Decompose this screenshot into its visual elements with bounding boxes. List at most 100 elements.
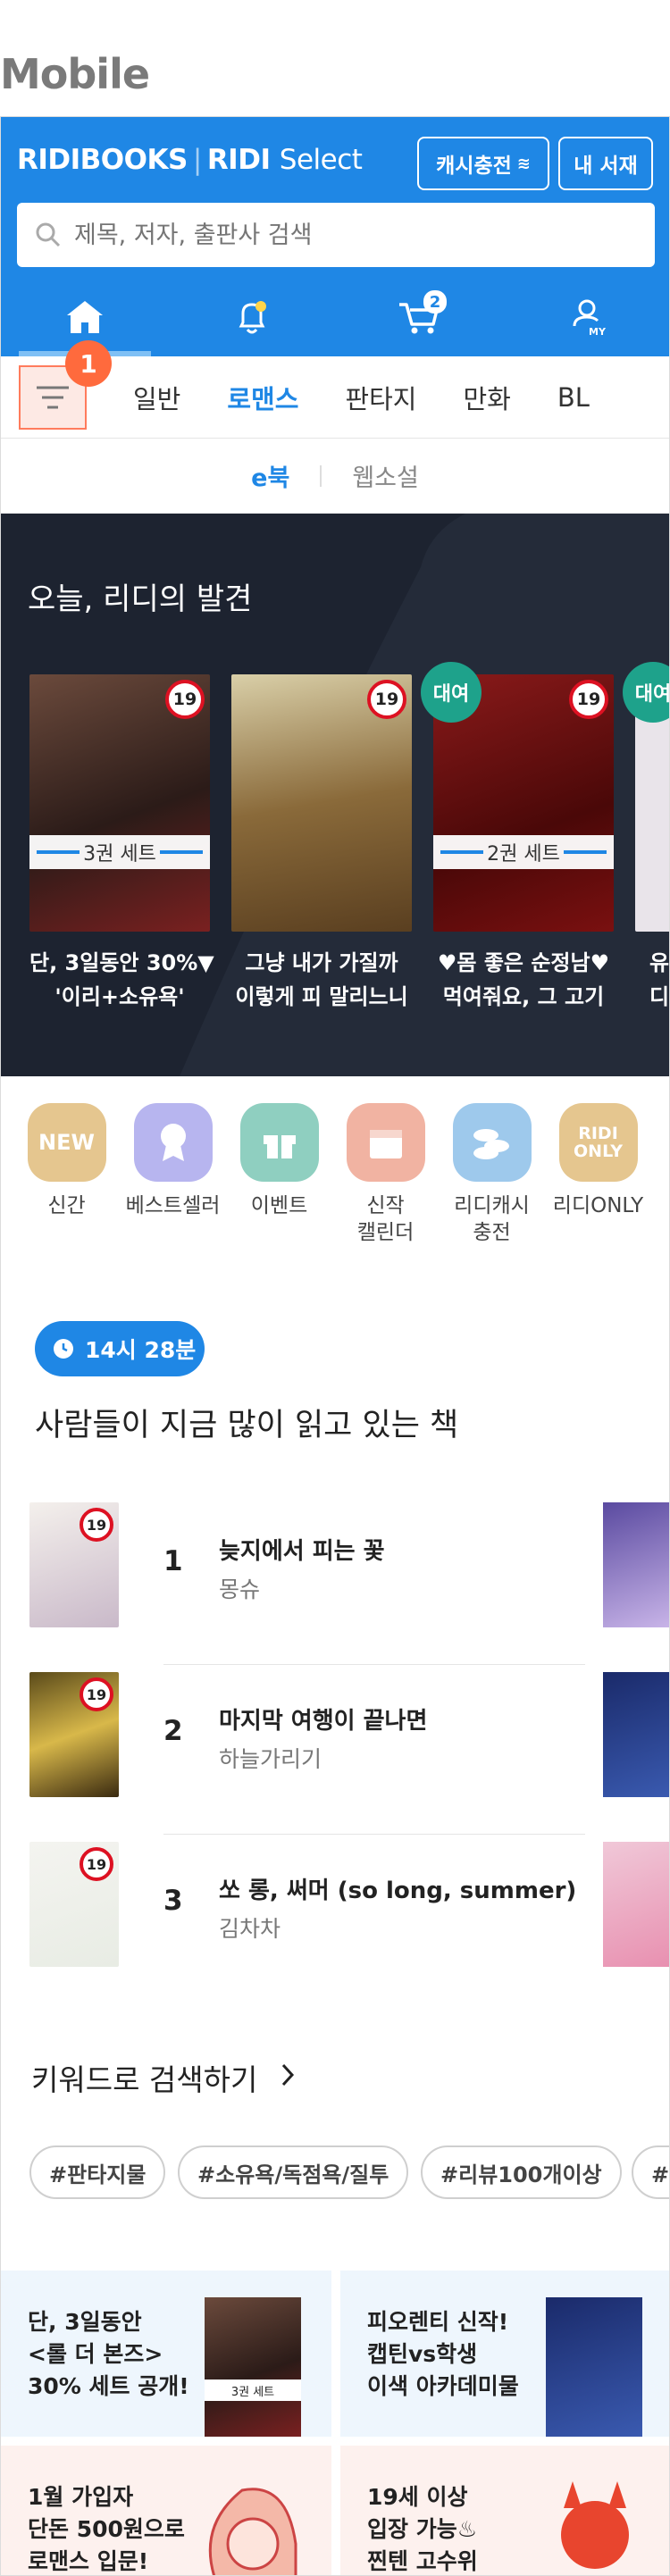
promo-banner[interactable]: 19세 이상 입장 가능♨ 찐텐 고수위 xyxy=(340,2446,669,2575)
time-badge: 14시 28분 xyxy=(35,1321,205,1376)
logo-sub: Select xyxy=(279,144,363,176)
discovery-title: 오늘, 리디의 발견 xyxy=(28,581,253,617)
quick-label: 이벤트 xyxy=(250,1194,308,1217)
book-thumbnail: 19 xyxy=(29,1502,119,1627)
clock-icon xyxy=(54,1339,73,1359)
promo-banner[interactable]: 피오렌티 신작! 캡틴vs학생 이색 아카데미물 xyxy=(340,2271,669,2437)
book-cover: 19 3권 세트 xyxy=(29,674,210,932)
quick-label: 리디캐시 충전 xyxy=(454,1194,530,1244)
promo-banner[interactable]: 1월 가입자 단돈 500원으로 로맨스 입문! xyxy=(1,2446,331,2575)
discovery-section: 오늘, 리디의 발견 19 3권 세트 단, 3일동안 30%▼ '이리+소유욕'… xyxy=(1,514,669,1076)
book-title: 마지막 여행이 끝나면 xyxy=(219,1708,428,1735)
girl-illustration xyxy=(208,2488,297,2575)
time-text: 14시 28분 xyxy=(85,1337,197,1363)
set-ribbon: 3권 세트 xyxy=(29,835,210,869)
keyword-header[interactable]: 키워드로 검색하기 xyxy=(1,2038,669,2145)
set-ribbon: 2권 세트 xyxy=(433,835,614,869)
profile-icon: MY xyxy=(573,299,607,338)
calendar-icon xyxy=(346,1103,425,1182)
age-19-badge: 19 xyxy=(80,1847,113,1881)
category-general[interactable]: 일반 xyxy=(133,379,180,416)
chevron-right-icon xyxy=(281,2063,295,2087)
ridi-only-icon: RIDI ONLY xyxy=(558,1103,638,1182)
logo[interactable]: RIDIBOOKS | RIDI Select xyxy=(17,144,363,176)
gift-icon xyxy=(239,1103,319,1182)
banner-grid: 단, 3일동안 <롤 더 본즈> 30% 세트 공개! 3권 세트 피오렌티 신… xyxy=(1,2271,669,2575)
table-row[interactable]: 19 1 늦지에서 피는 꽃 몽슈 xyxy=(1,1495,669,1665)
discovery-book[interactable]: 유디 xyxy=(635,674,669,1014)
banner-text: 피오렌티 신작! 캡틴vs학생 이색 아카데미물 xyxy=(367,2309,519,2399)
book-author: 몽슈 xyxy=(219,1577,261,1602)
trending-list: 19 1 늦지에서 피는 꽃 몽슈 19 2 마지막 여행이 끝나면 하늘가리기… xyxy=(1,1495,669,2031)
discovery-book[interactable]: 19 3권 세트 단, 3일동안 30%▼ '이리+소유욕' xyxy=(29,674,214,1014)
banner-text: 19세 이상 입장 가능♨ 찐텐 고수위 xyxy=(367,2484,478,2574)
bell-icon xyxy=(239,301,267,334)
category-romance[interactable]: 로맨스 xyxy=(227,379,298,416)
discovery-book[interactable]: 19 2권 세트 ♥몸 좋은 순정남♥ 먹여줘요, 그 고기 xyxy=(433,674,614,1014)
quick-event[interactable]: 이벤트 xyxy=(226,1103,332,1282)
book-cover: 19 xyxy=(231,674,412,932)
category-comics[interactable]: 만화 xyxy=(463,379,510,416)
logo-main: RIDIBOOKS xyxy=(17,144,188,176)
caption-line: 디 xyxy=(649,984,669,1009)
keyword-chip[interactable]: #판타지물 xyxy=(29,2145,166,2199)
category-fantasy[interactable]: 판타지 xyxy=(345,379,416,416)
quick-label: 신간 xyxy=(47,1194,86,1217)
banner-text: 1월 가입자 단돈 500원으로 로맨스 입문! xyxy=(28,2484,185,2574)
rank-number: 1 xyxy=(163,1545,183,1577)
book-caption: 그냥 내가 가질까 이렇게 피 말리느니 xyxy=(231,946,412,1014)
discovery-book[interactable]: 19 그냥 내가 가질까 이렇게 피 말리느니 xyxy=(231,674,412,1014)
quick-bestseller[interactable]: 베스트셀러 xyxy=(120,1103,226,1282)
tab-webnovel[interactable]: 웹소설 xyxy=(352,458,419,493)
search-icon xyxy=(36,222,61,247)
search-bar[interactable] xyxy=(17,203,655,267)
tab-my[interactable]: MY xyxy=(504,278,670,356)
keyword-chip[interactable]: #리뷰100개이상 xyxy=(421,2145,622,2199)
quick-new[interactable]: NEW 신간 xyxy=(13,1103,120,1282)
keyword-chip[interactable]: #소유욕/독점욕/질투 xyxy=(178,2145,409,2199)
quick-label: 베스트셀러 xyxy=(125,1194,221,1217)
book-author: 하늘가리기 xyxy=(219,1746,322,1772)
book-author: 김차차 xyxy=(219,1916,281,1942)
quick-calendar[interactable]: 신작 캘린더 xyxy=(332,1103,439,1282)
tab-notifications[interactable] xyxy=(169,278,337,356)
book-thumbnail: 19 xyxy=(29,1842,119,1967)
banner-cover xyxy=(546,2297,642,2437)
promo-banner[interactable]: 단, 3일동안 <롤 더 본즈> 30% 세트 공개! 3권 세트 xyxy=(1,2271,331,2437)
table-row[interactable]: 19 2 마지막 여행이 끝나면 하늘가리기 xyxy=(1,1665,669,1835)
cash-charge-button[interactable]: 캐시충전 ≋ xyxy=(417,137,549,190)
quick-ridionly[interactable]: RIDI ONLY 리디ONLY xyxy=(545,1103,651,1282)
age-19-badge: 19 xyxy=(165,680,205,719)
age-19-badge: 19 xyxy=(367,680,406,719)
quick-cash[interactable]: 리디캐시 충전 xyxy=(439,1103,545,1282)
new-icon: NEW xyxy=(27,1103,106,1182)
home-icon xyxy=(66,301,103,333)
category-bar: 1 일반 로맨스 판타지 만화 BL xyxy=(1,340,669,439)
category-bl[interactable]: BL xyxy=(557,382,590,413)
tab-ebook[interactable]: e북 xyxy=(251,458,289,493)
trending-title: 사람들이 지금 많이 읽고 있는 책 xyxy=(35,1408,459,1443)
keyword-chips: #판타지물 #소유욕/독점욕/질투 #리뷰100개이상 #킹 xyxy=(1,2145,669,2271)
banner-cover: 3권 세트 xyxy=(205,2297,301,2437)
caption-line: ♥몸 좋은 순정남♥ xyxy=(437,950,610,975)
rank-number: 2 xyxy=(163,1715,183,1747)
next-column-thumbnail xyxy=(603,1672,669,1797)
table-row[interactable]: 19 3 쏘 롱, 써머 (so long, summer) 김차차 xyxy=(1,1835,669,2004)
coin-icon: ≋ xyxy=(516,154,531,173)
next-column-thumbnail xyxy=(603,1502,669,1627)
keyword-chip[interactable]: #킹 xyxy=(632,2145,669,2199)
devil-illustration xyxy=(561,2481,629,2569)
profile-my-label: MY xyxy=(589,326,607,338)
book-thumbnail: 19 xyxy=(29,1672,119,1797)
rank-number: 3 xyxy=(163,1885,183,1917)
book-caption: 단, 3일동안 30%▼ '이리+소유욕' xyxy=(29,946,214,1014)
divider xyxy=(320,464,322,487)
my-library-button[interactable]: 내 서재 xyxy=(558,137,653,190)
cash-charge-label: 캐시충전 xyxy=(436,155,512,178)
caption-line: 먹여줘요, 그 고기 xyxy=(442,984,605,1009)
book-caption: ♥몸 좋은 순정남♥ 먹여줘요, 그 고기 xyxy=(433,946,614,1014)
search-input[interactable] xyxy=(74,221,610,249)
caption-line: '이리+소유욕' xyxy=(54,984,185,1009)
tab-cart[interactable]: 2 xyxy=(336,278,504,356)
quick-label: 리디ONLY xyxy=(552,1194,644,1217)
